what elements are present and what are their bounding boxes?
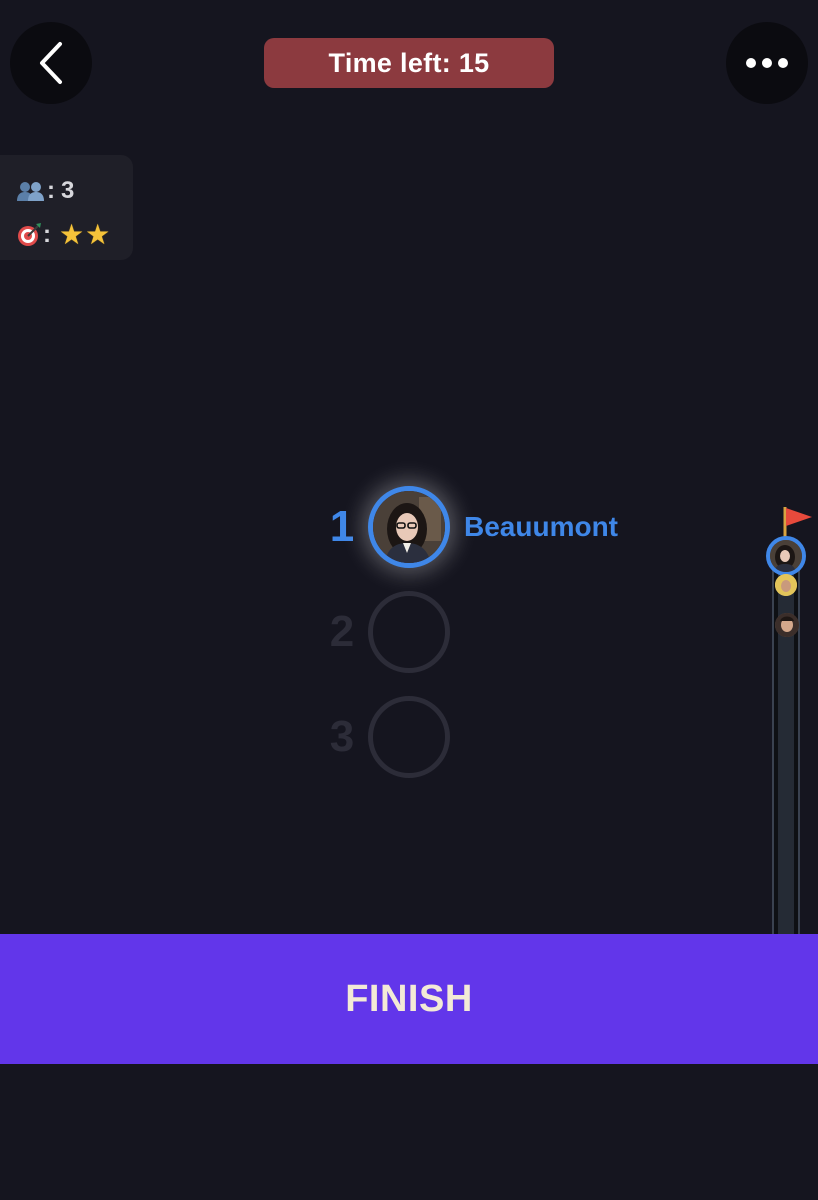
time-left-badge: Time left: 15	[264, 38, 554, 88]
star-icon: ★	[85, 219, 111, 250]
empty-slot-3	[368, 696, 450, 778]
dartboard-icon	[18, 223, 41, 246]
rank-row-3: 3	[320, 692, 450, 782]
track-avatar-2	[775, 574, 797, 596]
people-icon	[17, 182, 44, 201]
player-avatar-image	[373, 491, 445, 563]
finish-button[interactable]: FINISH	[0, 934, 818, 1064]
player-avatar	[368, 486, 450, 568]
rank-row-1: 1 Beauumont	[320, 482, 618, 572]
more-horizontal-icon	[746, 58, 788, 68]
rank-number-3: 3	[329, 712, 355, 761]
rank-row-2: 2	[320, 587, 450, 677]
star-icon: ★	[59, 219, 85, 250]
player-name: Beauumont	[464, 511, 618, 542]
chevron-left-icon	[40, 42, 62, 84]
game-screen: Time left: 15 : 3: ★ ★ 1 Beauumont 2 3 …	[0, 0, 818, 1200]
difficulty-stars: ★ ★	[59, 221, 110, 249]
difficulty-row: : ★ ★	[16, 213, 133, 257]
track-avatar-3	[775, 613, 799, 637]
players-colon: :	[47, 177, 55, 204]
track-avatar-you	[766, 536, 806, 576]
empty-slot-2	[368, 591, 450, 673]
difficulty-colon: :	[43, 221, 51, 248]
rank-number-2: 2	[329, 607, 355, 656]
rank-number-1: 1	[329, 502, 355, 551]
players-count-value: 3	[61, 177, 75, 204]
more-options-button[interactable]	[726, 22, 808, 104]
game-info-panel: : 3 : ★ ★	[0, 155, 133, 260]
back-button[interactable]	[10, 22, 92, 104]
players-count-row: : 3	[16, 169, 133, 213]
